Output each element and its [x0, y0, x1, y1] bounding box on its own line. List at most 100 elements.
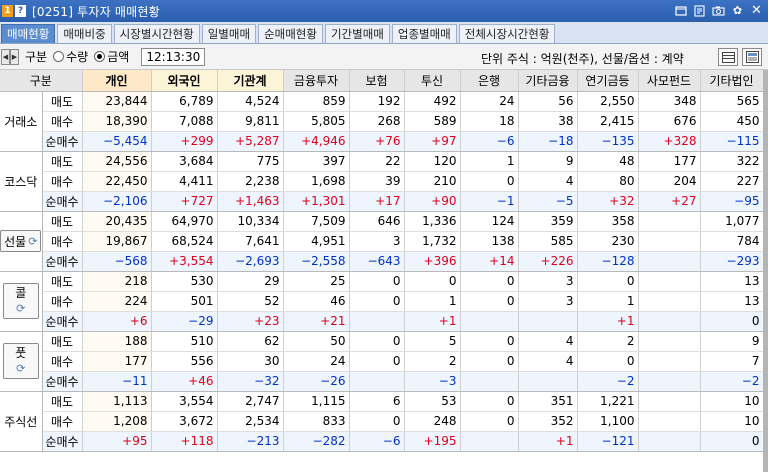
- group-put[interactable]: 풋 ⟳: [0, 331, 43, 392]
- cell-value: 4: [518, 171, 578, 192]
- tab-period[interactable]: 기간별매매: [324, 24, 390, 43]
- cell-value: −115: [700, 131, 764, 152]
- radio-amount-dot[interactable]: [94, 51, 106, 62]
- table-row[interactable]: 주식선 매도 1,113 3,554 2,747 1,115 6 53 0 351 1,221 10: [0, 391, 764, 452]
- help-icon[interactable]: ?: [15, 5, 26, 17]
- radio-quantity-label: 수량: [66, 50, 89, 64]
- cell-value: 24: [460, 91, 519, 112]
- gear-icon[interactable]: ✿: [730, 3, 745, 18]
- table-row[interactable]: 매수 22,450 4,411 2,238 1,698 39 210 0 4 80 204 227: [0, 171, 764, 192]
- tab-all-market-time[interactable]: 전체시장시간현황: [458, 24, 556, 43]
- cell-value: 530: [151, 271, 218, 292]
- header-col[interactable]: 기관계: [217, 70, 284, 92]
- cell-value: 1,113: [82, 391, 152, 412]
- table-row[interactable]: 매수 18,390 7,088 9,811 5,805 268 589 18 38 2,415 67…: [0, 111, 764, 132]
- cell-value: −95: [700, 191, 764, 212]
- header-col[interactable]: 금융투자: [283, 70, 350, 92]
- table-row[interactable]: 풋 ⟳ 매도 188 510 62 50 0 5 0 4 2 9: [0, 331, 764, 392]
- cell-value: 22,450: [82, 171, 152, 192]
- group-futures[interactable]: 선물 ⟳: [0, 211, 43, 272]
- table-row[interactable]: 매수 19,867 68,524 7,641 4,951 3 1,732 138 585 230 7…: [0, 231, 764, 252]
- cell-value: 24,556: [82, 151, 152, 172]
- group-label: 풋: [15, 346, 27, 360]
- tab-daily[interactable]: 일별매매: [201, 24, 257, 43]
- header-col[interactable]: 투신: [404, 70, 461, 92]
- cell-value: 6: [349, 391, 405, 412]
- table-row[interactable]: 순매수 −11 +46 −32 −26 −3 −2 −2: [0, 371, 764, 392]
- cell-value: 230: [577, 231, 639, 252]
- cell-value: 30: [217, 351, 284, 372]
- radio-quantity-dot[interactable]: [53, 51, 65, 62]
- arrow-left-icon[interactable]: ◀: [1, 48, 10, 65]
- cell-value: −11: [82, 371, 152, 392]
- cell-value: 7,088: [151, 111, 218, 132]
- table-row[interactable]: 순매수 −568 +3,554 −2,693 −2,558 −643 +396 +14 +226…: [0, 251, 764, 272]
- tab-trading-ratio[interactable]: 매매비중: [57, 24, 112, 43]
- row-label: 매수: [42, 231, 83, 252]
- cell-value: −2: [577, 371, 639, 392]
- header-col[interactable]: 사모펀드: [638, 70, 701, 92]
- table-row[interactable]: 순매수 +6 −29 +23 +21 +1 +1 0: [0, 311, 764, 332]
- cell-value: [638, 311, 701, 332]
- cell-value: −213: [217, 431, 284, 452]
- cell-value: 9: [518, 151, 578, 172]
- camera-icon[interactable]: [711, 3, 726, 18]
- table-row[interactable]: 거래소 매도 23,844 6,789 4,524 859 192 492 24 56 2,550 3…: [0, 91, 764, 152]
- row-label: 순매수: [42, 311, 83, 332]
- table-row[interactable]: 코스닥 매도 24,556 3,684 775 397 22 120 1 9 48 177 322: [0, 151, 764, 212]
- table-row[interactable]: 선물 ⟳ 매도 20,435 64,970 10,334 7,509 646 1,336 124 3…: [0, 211, 764, 272]
- table-row[interactable]: 매수 177 556 30 24 0 2 0 4 0 7: [0, 351, 764, 372]
- unit-text: 단위 주식 : 억원(천주), 선물/옵션 : 계약: [481, 52, 684, 66]
- cell-value: 10: [700, 411, 764, 432]
- tab-market-time[interactable]: 시장별시간현황: [113, 24, 200, 43]
- cell-value: +1,463: [217, 191, 284, 212]
- row-label: 매도: [42, 391, 83, 412]
- toolbar: ◀ ▶ 구분 수량 금액 12:13:30 단위 주식 : 억원(천주), 선물…: [0, 44, 768, 70]
- group-stock-futures[interactable]: 주식선: [0, 391, 43, 452]
- table-row[interactable]: 순매수 −2,106 +727 +1,463 +1,301 +17 +90 −1 −5 +32 +2…: [0, 191, 764, 212]
- cell-value: −2,106: [82, 191, 152, 212]
- option-toggle-button[interactable]: 콜 ⟳: [2, 283, 39, 319]
- cell-value: [349, 311, 405, 332]
- header-col[interactable]: 외국인: [151, 70, 218, 92]
- futures-toggle-button[interactable]: 선물 ⟳: [0, 230, 41, 252]
- radio-amount[interactable]: 금액: [94, 48, 129, 65]
- tab-trading-status[interactable]: 매매현황: [1, 24, 56, 43]
- header-col[interactable]: 은행: [460, 70, 519, 92]
- cell-value: −6: [349, 431, 405, 452]
- header-col[interactable]: 보험: [349, 70, 405, 92]
- header-col[interactable]: 기타법인: [700, 70, 764, 92]
- tab-net-trading[interactable]: 순매매현황: [258, 24, 323, 43]
- cell-value: [638, 391, 701, 412]
- table-row[interactable]: 매수 1,208 3,672 2,534 833 0 248 0 352 1,100 10: [0, 411, 764, 432]
- cell-value: 676: [638, 111, 701, 132]
- cell-value: 48: [577, 151, 639, 172]
- cell-value: 351: [518, 391, 578, 412]
- header-col[interactable]: 연기금등: [577, 70, 639, 92]
- edit-icon[interactable]: [692, 3, 707, 18]
- tab-sector[interactable]: 업종별매매: [391, 24, 457, 43]
- option-toggle-button[interactable]: 풋 ⟳: [2, 343, 39, 379]
- excel-icon[interactable]: [742, 48, 762, 66]
- grid-icon[interactable]: [718, 48, 738, 66]
- radio-quantity[interactable]: 수량: [53, 48, 88, 65]
- arrow-right-icon[interactable]: ▶: [10, 48, 19, 65]
- window-icon[interactable]: [673, 3, 688, 18]
- cell-value: 10: [700, 391, 764, 412]
- table-row[interactable]: 콜 ⟳ 매도 218 530 29 25 0 0 0 3 0 13: [0, 271, 764, 332]
- cell-value: 80: [577, 171, 639, 192]
- cell-value: 450: [700, 111, 764, 132]
- scrollbar[interactable]: [763, 70, 768, 472]
- table-row[interactable]: 매수 224 501 52 46 0 1 0 3 1 13: [0, 291, 764, 312]
- table-row[interactable]: 순매수 −5,454 +299 +5,287 +4,946 +76 +97 −6 −18 −135…: [0, 131, 764, 152]
- close-icon[interactable]: ✕: [749, 3, 764, 18]
- header-col[interactable]: 개인: [82, 70, 152, 92]
- cell-value: 2: [404, 351, 461, 372]
- screen-number-badge[interactable]: 1: [2, 5, 13, 17]
- cell-value: 268: [349, 111, 405, 132]
- group-call[interactable]: 콜 ⟳: [0, 271, 43, 332]
- header-col[interactable]: 기타금융: [518, 70, 578, 92]
- cell-value: 1,077: [700, 211, 764, 232]
- table-row[interactable]: 순매수 +95 +118 −213 −282 −6 +195 +1 −121 0: [0, 431, 764, 452]
- cell-value: 0: [460, 411, 519, 432]
